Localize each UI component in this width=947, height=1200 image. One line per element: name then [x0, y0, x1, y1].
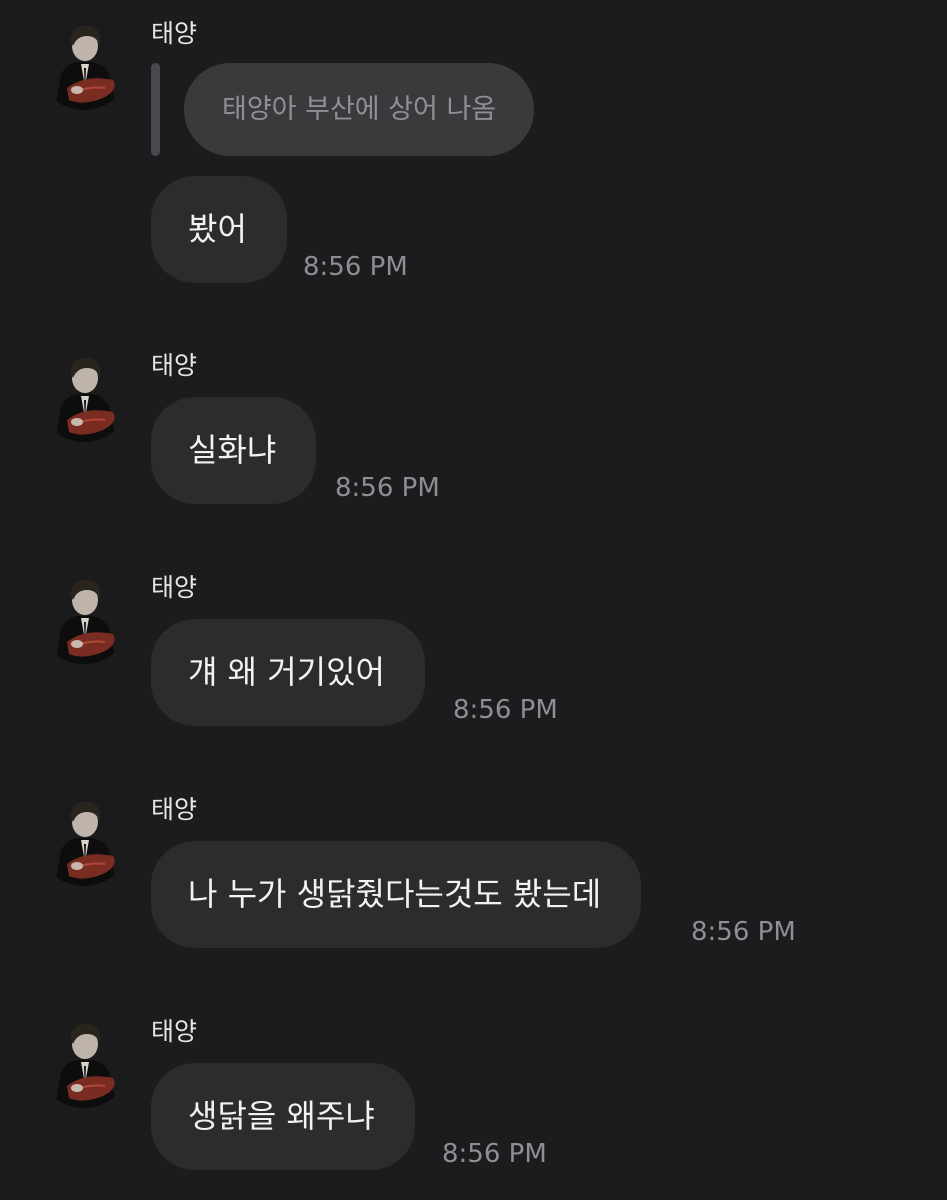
message-text: 걔 왜 거기있어: [188, 653, 385, 691]
avatar[interactable]: [37, 570, 131, 664]
message-text: 생닭을 왜주냐: [188, 1097, 375, 1135]
message-time: 8:56 PM: [303, 252, 408, 282]
profile-photo-icon: [37, 1014, 131, 1108]
profile-photo-icon: [37, 570, 131, 664]
sender-name: 태양: [151, 573, 198, 602]
message-text: 봤어: [188, 210, 247, 248]
message-time: 8:56 PM: [442, 1139, 547, 1169]
profile-photo-icon: [37, 348, 131, 442]
avatar[interactable]: [37, 1014, 131, 1108]
message-text: 실화냐: [188, 431, 277, 469]
message-bubble[interactable]: 생닭을 왜주냐: [151, 1063, 415, 1170]
sender-name: 태양: [151, 795, 198, 824]
message-bubble[interactable]: 실화냐: [151, 397, 317, 504]
avatar[interactable]: [37, 348, 131, 442]
sender-name: 태양: [151, 1017, 198, 1046]
profile-photo-icon: [37, 792, 131, 886]
avatar[interactable]: [37, 16, 131, 110]
reply-quote-bar: [151, 63, 160, 156]
message-bubble[interactable]: 나 누가 생닭줬다는것도 봤는데: [151, 841, 642, 948]
profile-photo-icon: [37, 16, 131, 110]
reply-quote-bubble[interactable]: 태양아 부산에 상어 나옴: [184, 63, 535, 156]
message-bubble[interactable]: 봤어: [151, 176, 287, 283]
message-time: 8:56 PM: [335, 473, 440, 503]
message-text: 나 누가 생닭줬다는것도 봤는데: [188, 875, 602, 913]
message-time: 8:56 PM: [691, 917, 796, 947]
avatar[interactable]: [37, 792, 131, 886]
sender-name: 태양: [151, 351, 198, 380]
message-time: 8:56 PM: [453, 695, 558, 725]
sender-name: 태양: [151, 19, 198, 48]
message-bubble[interactable]: 걔 왜 거기있어: [151, 619, 425, 726]
